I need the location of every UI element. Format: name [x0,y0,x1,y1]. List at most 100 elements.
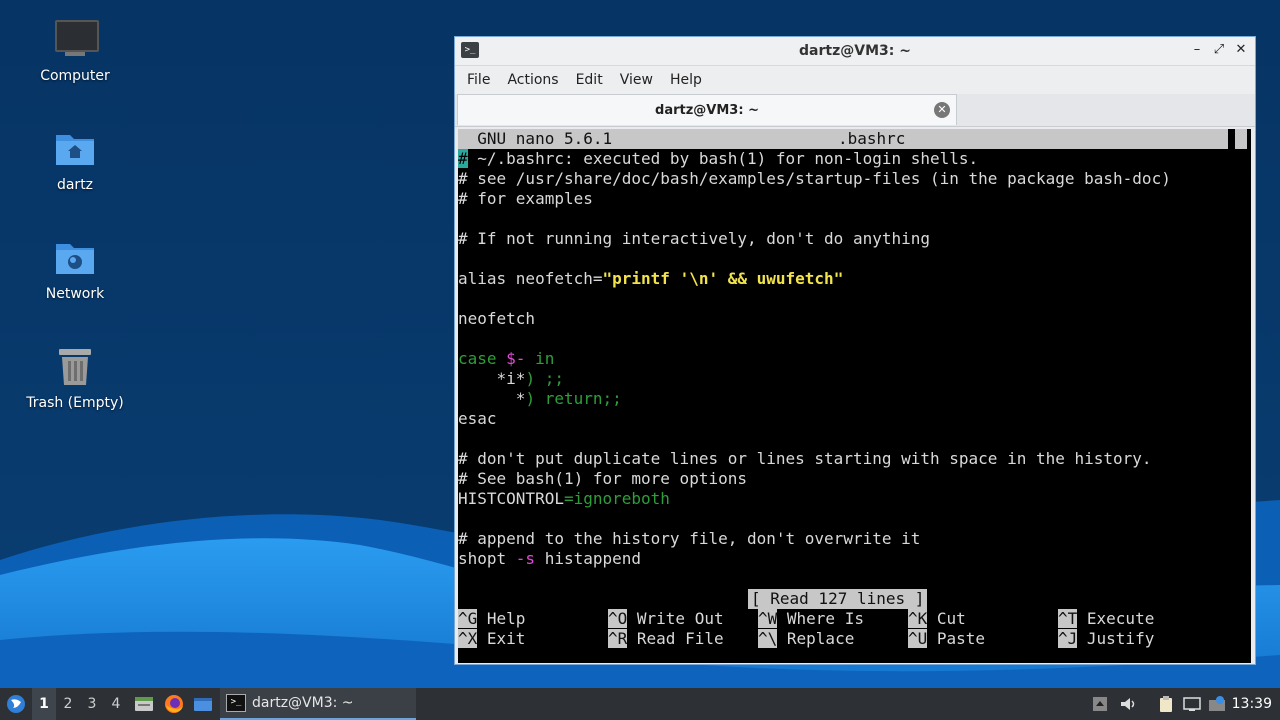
editor-keyword: ) ;; [525,369,564,388]
trash-icon [53,345,97,389]
tab-terminal[interactable]: dartz@VM3: ~ ✕ [457,94,957,125]
editor-line: alias neofetch="printf '\n' && uwufetch" [458,269,843,289]
file-manager-launcher[interactable] [134,688,154,720]
terminal-window: >_ dartz@VM3: ~ – ⤢ ✕ File Actions Edit … [454,36,1256,665]
window-title: dartz@VM3: ~ [799,43,911,59]
home-folder-icon [53,127,97,171]
network-folder-icon [53,236,97,280]
desktop-icon [194,698,212,711]
shortcut-label: Exit [477,629,526,648]
menu-view[interactable]: View [614,72,659,88]
lubuntu-logo-icon [7,695,25,713]
editor-text: alias neofetch= [458,269,603,288]
menu-actions[interactable]: Actions [501,72,564,88]
network-status-icon[interactable] [1183,695,1201,713]
shortcut-label: Write Out [627,609,724,628]
shortcut-label: Read File [627,629,724,648]
shortcut-write-out[interactable]: ^O Write Out [608,609,724,629]
desktop-icon-label: Trash (Empty) [26,395,124,411]
shortcut-help[interactable]: ^G Help [458,609,525,629]
shortcut-where-is[interactable]: ^W Where Is [758,609,864,629]
workspace-3[interactable]: 3 [80,696,104,712]
editor-line: # don't put duplicate lines or lines sta… [458,449,1152,468]
workspace-1[interactable]: 1 [32,688,56,720]
minimize-button[interactable]: – [1189,41,1205,59]
workspace-4[interactable]: 4 [104,696,128,712]
desktop-icon-network[interactable]: Network [20,236,130,302]
volume-icon[interactable] [1119,695,1137,713]
editor-line: # If not running interactively, don't do… [458,229,931,248]
nano-header: GNU nano 5.6.1 .bashrc [458,129,1228,149]
shortcut-paste[interactable]: ^U Paste [908,629,985,649]
shortcut-key: ^R [608,629,628,648]
desktop-icon-dartz[interactable]: dartz [20,127,130,193]
desktop-icon-computer[interactable]: Computer [20,18,130,84]
editor-line: # append to the history file, don't over… [458,529,921,548]
firefox-launcher[interactable] [164,688,186,720]
tab-close-icon[interactable]: ✕ [934,102,950,118]
text-cursor: # [458,149,468,168]
workspace-2[interactable]: 2 [56,696,80,712]
shortcut-key: ^\ [758,629,778,648]
clipboard-icon[interactable] [1157,695,1175,713]
shortcut-label: Justify [1077,629,1155,648]
shortcut-justify[interactable]: ^J Justify [1058,629,1154,649]
menu-file[interactable]: File [461,72,496,88]
tray-arrow-icon[interactable] [1091,695,1109,713]
editor-line: # ~/.bashrc: executed by bash(1) for non… [458,149,978,169]
editor-line: case $- in [458,349,554,369]
editor-line: # for examples [458,189,593,208]
shortcut-label: Execute [1077,609,1155,628]
shortcut-key: ^O [608,609,628,628]
shortcut-label: Where Is [777,609,864,628]
maximize-button[interactable]: ⤢ [1211,41,1227,59]
terminal-scrollbar[interactable] [1231,129,1251,663]
firefox-icon [165,695,183,713]
desktop-icon-label: dartz [56,177,94,193]
menu-help[interactable]: Help [664,72,708,88]
editor-text: *i* [458,369,526,388]
show-desktop-button[interactable] [193,688,215,720]
editor-keyword: ) return;; [525,389,622,408]
terminal-content[interactable]: GNU nano 5.6.1 .bashrc # ~/.bashrc: execu… [458,129,1251,663]
shortcut-key: ^J [1058,629,1078,648]
shortcut-replace[interactable]: ^\ Replace [758,629,854,649]
close-button[interactable]: ✕ [1233,41,1249,59]
editor-variable: $- [506,349,526,368]
editor-line: esac [458,409,497,428]
shortcut-execute[interactable]: ^T Execute [1058,609,1154,629]
editor-keyword: =ignoreboth [563,489,670,508]
editor-line: HISTCONTROL=ignoreboth [458,489,670,509]
shortcut-label: Cut [927,609,966,628]
nano-status-message: [ Read 127 lines ] [748,589,928,609]
tab-label: dartz@VM3: ~ [655,102,759,118]
window-titlebar[interactable]: >_ dartz@VM3: ~ – ⤢ ✕ [455,37,1255,66]
taskbar-clock[interactable]: 13:39 [1232,688,1272,720]
editor-line: # See bash(1) for more options [458,469,747,488]
editor-line: # see /usr/share/doc/bash/examples/start… [458,169,1171,188]
menubar: File Actions Edit View Help [455,66,1255,94]
terminal-icon: >_ [226,694,246,712]
desktop-icon-trash[interactable]: Trash (Empty) [20,345,130,411]
shortcut-key: ^K [908,609,928,628]
desktop-icon-label: Network [45,286,105,302]
editor-keyword: case [458,349,507,368]
editor-text: ~/.bashrc: executed by bash(1) for non-l… [467,149,979,168]
shortcut-label: Help [477,609,526,628]
editor-line: *i*) ;; [458,369,564,389]
editor-text: * [458,389,526,408]
editor-line: shopt -s histappend [458,549,641,569]
shortcut-key: ^W [758,609,778,628]
file-manager-icon [135,697,153,711]
start-menu-button[interactable] [4,688,28,720]
scrollbar-thumb[interactable] [1235,129,1247,149]
update-notifier-icon[interactable] [1208,695,1226,713]
editor-string: "printf '\n' && uwufetch" [602,269,844,288]
shortcut-read-file[interactable]: ^R Read File [608,629,724,649]
shortcut-cut[interactable]: ^K Cut [908,609,966,629]
shortcut-exit[interactable]: ^X Exit [458,629,525,649]
menu-edit[interactable]: Edit [570,72,609,88]
taskbar-task-terminal[interactable]: >_ dartz@VM3: ~ [220,688,416,720]
shortcut-label: Paste [927,629,986,648]
shortcut-key: ^U [908,629,928,648]
